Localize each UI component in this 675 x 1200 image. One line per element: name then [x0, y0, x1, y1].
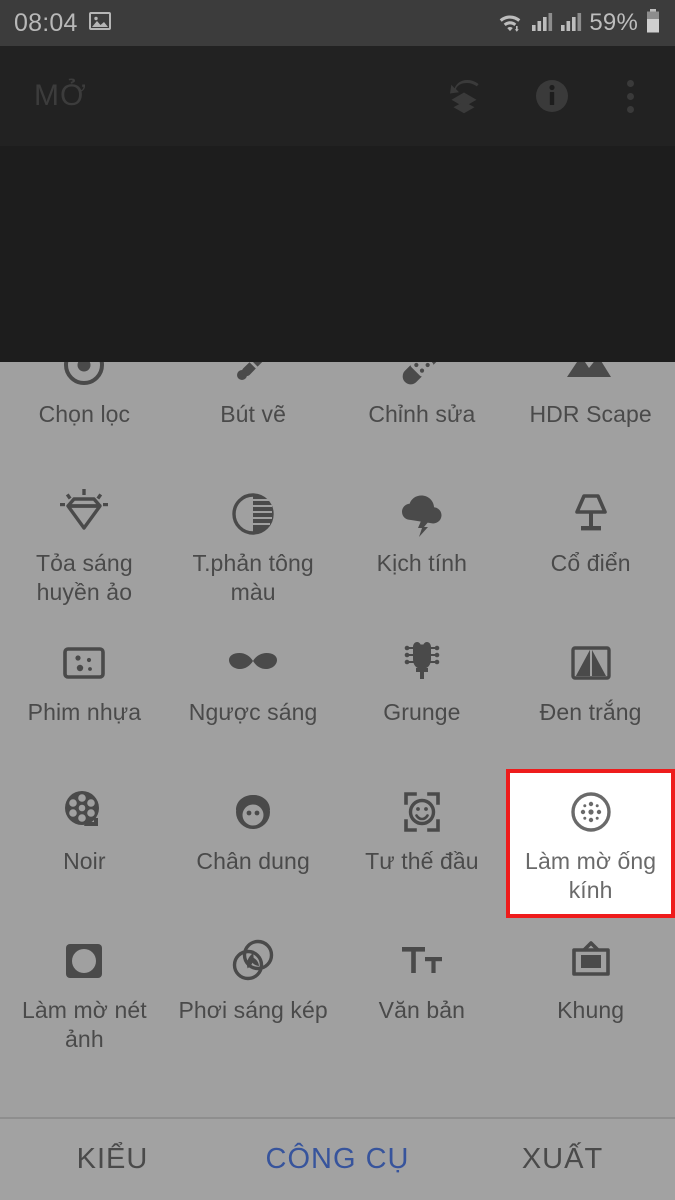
selective-target-icon [56, 362, 112, 394]
grainy-film-icon [56, 634, 112, 692]
more-vertical-icon[interactable] [617, 73, 643, 119]
tonal-contrast-icon [225, 485, 281, 543]
tool-label: Kịch tính [376, 550, 468, 576]
tool-item-selective[interactable]: Chọn lọc [0, 362, 169, 471]
tool-label: HDR Scape [529, 401, 652, 427]
healing-bandage-icon [394, 362, 450, 394]
tool-label: Chân dung [196, 848, 310, 874]
tool-item-noir[interactable]: Noir [0, 769, 169, 918]
text-icon [394, 932, 450, 990]
tool-label: Chỉnh sửa [368, 401, 476, 427]
lens-blur-icon [563, 783, 619, 841]
tool-item-grainy-film[interactable]: Phim nhựa [0, 620, 169, 769]
tool-item-text[interactable]: Văn bản [338, 918, 507, 1067]
tab-export[interactable]: XUẤT [450, 1143, 675, 1176]
tool-label: Tư thế đầu [365, 848, 479, 874]
film-reel-icon [56, 783, 112, 841]
storm-cloud-icon [394, 485, 450, 543]
tool-label: Làm mờ ống kính [525, 848, 657, 903]
tool-item-vignette[interactable]: Làm mờ nét ảnh [0, 918, 169, 1067]
portrait-face-icon [225, 783, 281, 841]
toolbar-actions [441, 73, 651, 119]
black-white-icon [563, 634, 619, 692]
tool-item-tonal-contrast[interactable]: T.phản tông màu [169, 471, 338, 620]
tool-item-vintage[interactable]: Cổ điển [506, 471, 675, 620]
tool-label: Grunge [383, 699, 461, 725]
status-bar-left: 08:04 [14, 9, 112, 38]
bottom-tab-bar: KIỂU CÔNG CỤ XUẤT [0, 1119, 675, 1200]
tool-label: Văn bản [378, 997, 466, 1023]
undo-layers-icon[interactable] [441, 73, 487, 119]
tool-item-hdrscape[interactable]: HDR Scape [506, 362, 675, 471]
tool-item-lens-blur[interactable]: Làm mờ ống kính [506, 769, 675, 918]
table-lamp-icon [563, 485, 619, 543]
tool-item-grunge[interactable]: Grunge [338, 620, 507, 769]
tool-label: Chọn lọc [38, 401, 131, 427]
tool-label: Phơi sáng kép [178, 997, 328, 1023]
wifi-icon [496, 9, 524, 38]
brush-icon [225, 362, 281, 394]
tool-label: Ngược sáng [188, 699, 318, 725]
guitar-headstock-icon [394, 634, 450, 692]
signal-bars-icon [531, 9, 553, 38]
app-root: 08:04 59% MỞ Chọn lọc Bút vẽ Chỉnh sửa H… [0, 0, 675, 1200]
tools-panel: Chọn lọc Bút vẽ Chỉnh sửa HDR Scape Tỏa … [0, 362, 675, 1117]
tool-label: Khung [557, 997, 625, 1023]
tool-item-frames[interactable]: Khung [506, 918, 675, 1067]
tool-label: Noir [63, 848, 106, 874]
head-pose-icon [394, 783, 450, 841]
image-icon [88, 9, 112, 38]
mountains-icon [563, 362, 619, 394]
tool-item-portrait[interactable]: Chân dung [169, 769, 338, 918]
tool-item-healing[interactable]: Chỉnh sửa [338, 362, 507, 471]
tool-label: T.phản tông màu [192, 550, 314, 605]
tool-label: Phim nhựa [27, 699, 142, 725]
tool-item-glamour-glow[interactable]: Tỏa sáng huyền ảo [0, 471, 169, 620]
tool-item-black-white[interactable]: Đen trắng [506, 620, 675, 769]
battery-percent: 59% [589, 9, 638, 36]
tools-grid: Chọn lọc Bút vẽ Chỉnh sửa HDR Scape Tỏa … [0, 362, 675, 1067]
tool-item-drama[interactable]: Kịch tính [338, 471, 507, 620]
tab-tools[interactable]: CÔNG CỤ [225, 1143, 450, 1176]
tool-item-double-exposure[interactable]: Phơi sáng kép [169, 918, 338, 1067]
signal-bars-icon [560, 9, 582, 38]
tool-label: Cổ điển [550, 550, 631, 576]
battery-icon [645, 8, 661, 39]
vignette-icon [56, 932, 112, 990]
status-bar-right: 59% [496, 8, 661, 39]
tab-styles[interactable]: KIỂU [0, 1143, 225, 1176]
diamond-glow-icon [56, 485, 112, 543]
frame-icon [563, 932, 619, 990]
tool-label: Tỏa sáng huyền ảo [36, 550, 133, 605]
photo-canvas[interactable] [0, 146, 675, 362]
page-title: MỞ [34, 79, 87, 112]
info-icon[interactable] [529, 73, 575, 119]
overflow-dots [626, 79, 634, 113]
tool-item-head-pose[interactable]: Tư thế đầu [338, 769, 507, 918]
tool-label: Bút vẽ [220, 401, 287, 427]
status-bar: 08:04 59% [0, 0, 675, 46]
tool-label: Làm mờ nét ảnh [22, 997, 147, 1052]
tool-item-retrolux[interactable]: Ngược sáng [169, 620, 338, 769]
app-toolbar: MỞ [0, 46, 675, 146]
tool-item-brush[interactable]: Bút vẽ [169, 362, 338, 471]
mustache-icon [225, 634, 281, 692]
double-exposure-icon [225, 932, 281, 990]
status-clock: 08:04 [14, 8, 78, 37]
tool-label: Đen trắng [539, 699, 642, 725]
